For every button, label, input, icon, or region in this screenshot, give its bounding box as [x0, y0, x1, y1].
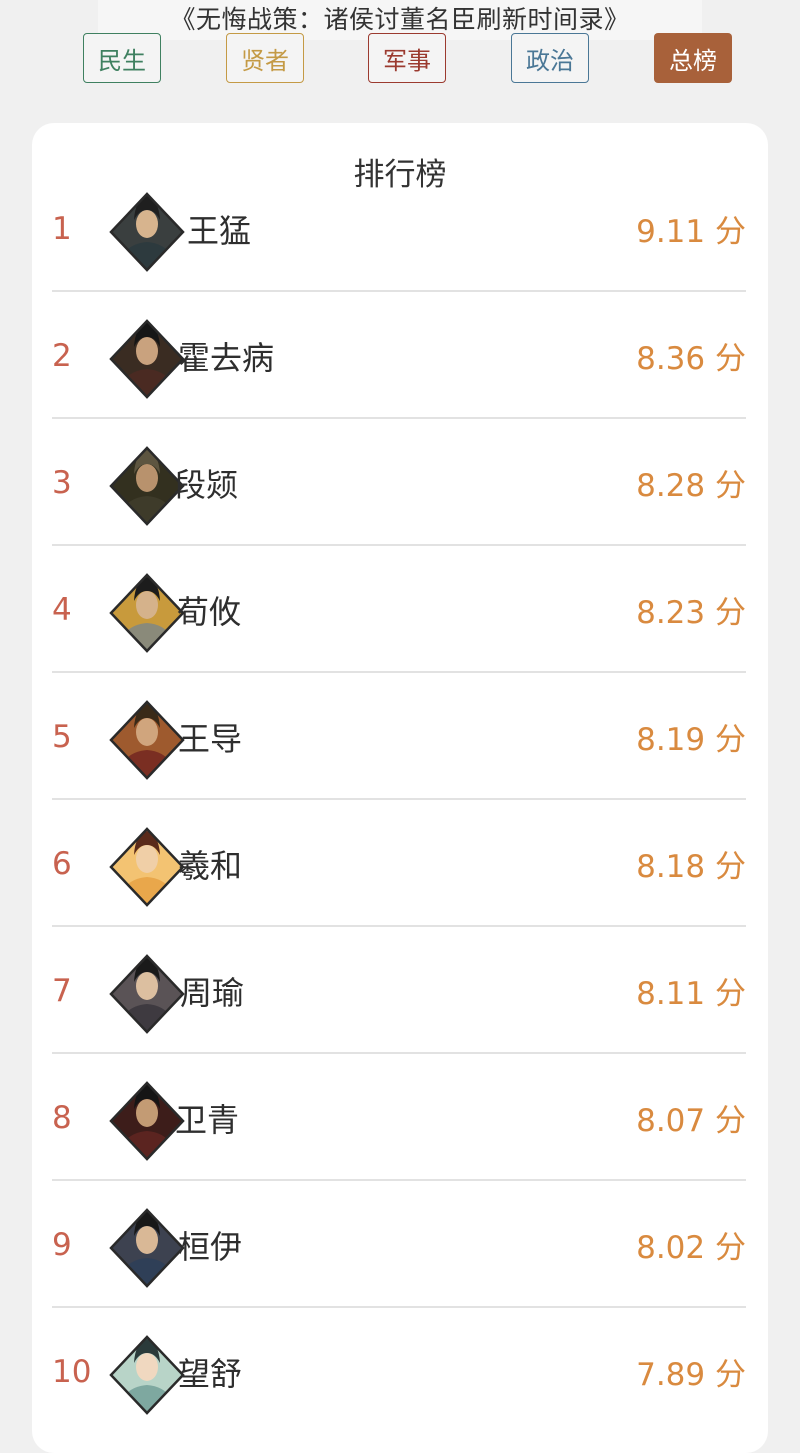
rank-number: 10	[52, 1353, 92, 1390]
score-value: 8.28 分	[636, 468, 746, 504]
score-value: 8.07 分	[636, 1103, 746, 1139]
ranking-row[interactable]: 5 王导 8.19 分	[52, 673, 746, 800]
person-name: 王猛	[187, 211, 252, 250]
rank-number: 2	[52, 337, 72, 374]
portrait-avatar	[109, 954, 185, 1034]
score-value: 8.36 分	[636, 341, 746, 377]
score-value: 7.89 分	[636, 1357, 746, 1393]
rank-number: 7	[52, 972, 72, 1009]
person-name: 桓伊	[178, 1227, 243, 1266]
tab-minsheng[interactable]: 民生	[83, 33, 161, 83]
rank-number: 8	[52, 1099, 72, 1136]
portrait-avatar	[109, 319, 185, 399]
portrait-avatar	[109, 1208, 185, 1288]
portrait-avatar	[109, 192, 185, 272]
person-name: 霍去病	[178, 338, 275, 377]
ranking-row[interactable]: 7 周瑜 8.11 分	[52, 927, 746, 1054]
portrait-avatar	[109, 827, 185, 907]
ranking-row[interactable]: 2 霍去病 8.36 分	[52, 292, 746, 419]
person-name: 王导	[178, 719, 243, 758]
rank-number: 3	[52, 464, 72, 501]
person-name: 羲和	[178, 846, 243, 885]
person-name: 周瑜	[180, 973, 245, 1012]
portrait-avatar	[109, 573, 185, 653]
score-value: 9.11 分	[636, 214, 746, 250]
tab-zongbang[interactable]: 总榜	[654, 33, 732, 83]
ranking-row[interactable]: 3 段颎 8.28 分	[52, 419, 746, 546]
tab-junshi[interactable]: 军事	[368, 33, 446, 83]
rank-number: 6	[52, 845, 72, 882]
tab-xianzhe[interactable]: 贤者	[226, 33, 304, 83]
person-name: 荀攸	[177, 592, 242, 631]
portrait-avatar	[109, 1335, 185, 1415]
person-name: 段颎	[174, 465, 239, 504]
person-name: 望舒	[178, 1354, 243, 1393]
score-value: 8.23 分	[636, 595, 746, 631]
rank-number: 9	[52, 1226, 72, 1263]
category-tabs: 民生 贤者 军事 政治 总榜	[0, 33, 800, 85]
ranking-row[interactable]: 8 卫青 8.07 分	[52, 1054, 746, 1181]
ranking-row[interactable]: 4 荀攸 8.23 分	[52, 546, 746, 673]
portrait-avatar	[109, 700, 185, 780]
ranking-card: 排行榜 1 王猛 9.11 分 2 霍去病 8.36 分 3 段颎 8.28 分 4 荀攸 8.23 …	[32, 123, 768, 1453]
person-name: 卫青	[175, 1100, 240, 1139]
score-value: 8.18 分	[636, 849, 746, 885]
rank-number: 1	[52, 210, 72, 247]
rank-number: 4	[52, 591, 72, 628]
ranking-row[interactable]: 10 望舒 7.89 分	[52, 1308, 746, 1435]
ranking-row[interactable]: 1 王猛 9.11 分	[52, 165, 746, 292]
ranking-row[interactable]: 6 羲和 8.18 分	[52, 800, 746, 927]
score-value: 8.11 分	[636, 976, 746, 1012]
ranking-row[interactable]: 9 桓伊 8.02 分	[52, 1181, 746, 1308]
score-value: 8.02 分	[636, 1230, 746, 1266]
rank-number: 5	[52, 718, 72, 755]
score-value: 8.19 分	[636, 722, 746, 758]
tab-zhengzhi[interactable]: 政治	[511, 33, 589, 83]
